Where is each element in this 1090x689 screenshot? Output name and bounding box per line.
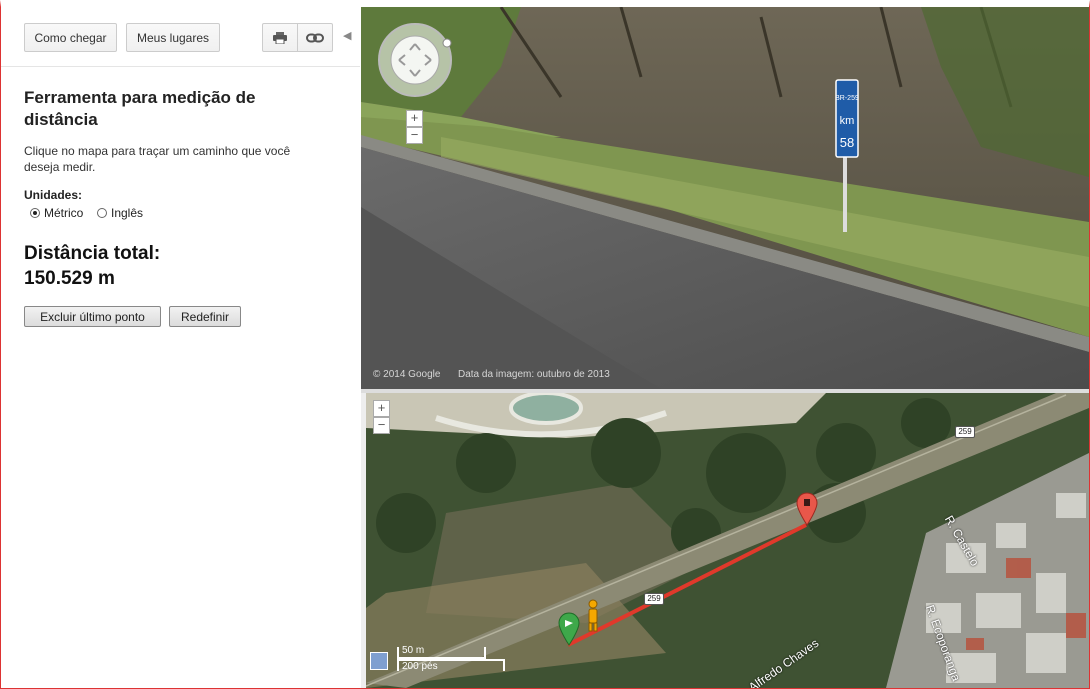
radio-selected-icon[interactable] xyxy=(30,208,40,218)
street-copyright: © 2014 Google xyxy=(373,369,441,380)
pegman-icon[interactable] xyxy=(586,599,600,638)
sign-number-text: 58 xyxy=(840,135,854,150)
end-marker-icon[interactable] xyxy=(796,492,818,531)
street-zoom-out-button[interactable]: − xyxy=(406,127,423,144)
satellite-map-image xyxy=(366,393,1089,688)
divider xyxy=(1,66,360,67)
undo-last-point-button[interactable]: Excluir último ponto xyxy=(24,306,161,327)
layers-icon[interactable] xyxy=(370,652,388,670)
scale-imperial-label: 200 pés xyxy=(402,661,438,672)
street-view-image: BR-259 km 58 xyxy=(361,7,1089,389)
sign-route-text: BR-259 xyxy=(835,95,859,102)
printer-icon xyxy=(273,31,287,44)
units-label: Unidades: xyxy=(24,188,83,202)
collapse-panel-icon[interactable]: ◀ xyxy=(343,29,351,42)
map-zoom-in-button[interactable]: + xyxy=(373,400,390,417)
unit-metric-label: Métrico xyxy=(44,206,84,220)
side-panel: Como chegar Meus lugares ◀ Ferramenta pa… xyxy=(1,7,360,688)
link-button[interactable] xyxy=(297,23,333,52)
route-shield-2: 259 xyxy=(644,593,664,605)
unit-imperial-label: Inglês xyxy=(111,206,144,220)
scale-metric-label: 50 m xyxy=(402,645,425,656)
unit-radio-metric[interactable]: Métrico xyxy=(30,206,83,220)
unit-radio-imperial[interactable]: Inglês xyxy=(97,206,143,220)
reset-button[interactable]: Redefinir xyxy=(169,306,241,327)
total-distance-value: 150.529 m xyxy=(24,268,115,289)
print-button[interactable] xyxy=(262,23,298,52)
street-view[interactable]: BR-259 km 58 + − © 2014 Google Data da i… xyxy=(361,7,1089,389)
route-shield: 259 xyxy=(955,426,975,438)
street-zoom-in-button[interactable]: + xyxy=(406,110,423,127)
tool-title: Ferramenta para medição de distância xyxy=(24,88,256,129)
scale-bar: 50 m 200 pés xyxy=(397,645,509,673)
directions-button[interactable]: Como chegar xyxy=(24,23,117,52)
start-marker-icon[interactable] xyxy=(558,611,580,652)
radio-unselected-icon[interactable] xyxy=(97,208,107,218)
pan-control[interactable] xyxy=(377,22,453,98)
total-distance-label: Distância total: xyxy=(24,243,161,264)
satellite-map[interactable]: 259 259 R. Castelo R. Ecoporanga Alfredo… xyxy=(366,393,1089,688)
sign-km-text: km xyxy=(840,115,855,127)
street-image-date: Data da imagem: outubro de 2013 xyxy=(458,369,610,380)
link-icon xyxy=(306,33,324,42)
my-places-button[interactable]: Meus lugares xyxy=(126,23,220,52)
map-zoom-out-button[interactable]: − xyxy=(373,417,390,434)
tool-description: Clique no mapa para traçar um caminho qu… xyxy=(24,144,291,174)
